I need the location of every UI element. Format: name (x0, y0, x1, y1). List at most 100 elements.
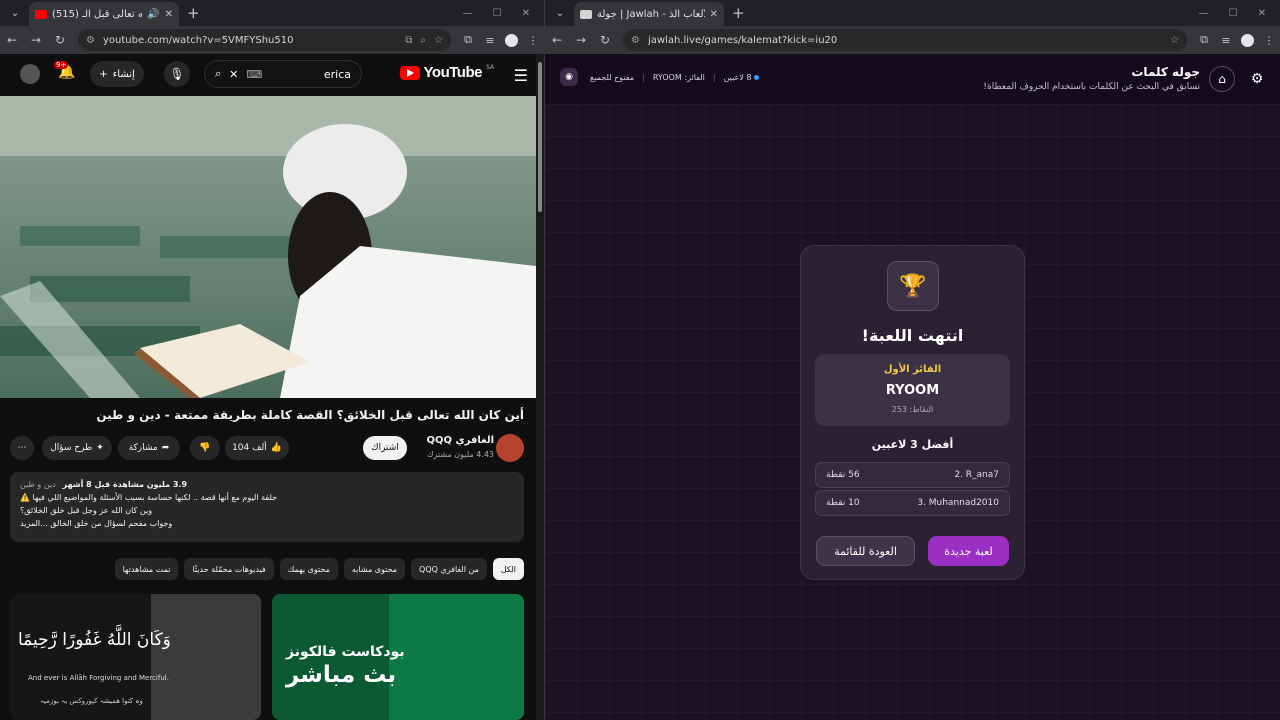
chip-watched[interactable]: تمت مشاهدتها (114, 558, 179, 580)
site-info-icon[interactable]: ⚙ (631, 35, 640, 46)
close-window-icon[interactable]: ✕ (522, 8, 530, 19)
subscriber-count: 4.43 مليون مشترك (426, 450, 494, 459)
tab-title: جولة | Jawlah - منصة الألعاب الذ (597, 8, 705, 20)
back-arrow-icon[interactable]: ← (545, 33, 569, 47)
thumbs-up-icon: 👍 (270, 443, 282, 453)
tab-search-button[interactable]: ⌄ (550, 3, 570, 23)
forward-arrow-icon[interactable]: → (24, 33, 48, 47)
separator: | (712, 73, 716, 82)
forward-arrow-icon[interactable]: → (569, 33, 593, 47)
chip-related[interactable]: محتوى مشابه (343, 558, 406, 580)
tab-search-button[interactable]: ⌄ (5, 3, 25, 23)
youtube-tab[interactable]: (515) أين كان الله تعالى قبل الـ 🔊 ✕ (29, 2, 179, 26)
zoom-icon[interactable]: ⌕ (420, 35, 426, 46)
description-tags: دين و طين (20, 480, 56, 489)
share-button[interactable]: مشاركة ➦ (118, 436, 180, 460)
bookmark-star-icon[interactable]: ☆ (1170, 35, 1179, 46)
new-tab-button[interactable]: + (732, 4, 745, 22)
channel-name[interactable]: الغافري QQQ (426, 435, 494, 446)
chip-all[interactable]: الكل (492, 558, 524, 580)
cast-icon[interactable]: ⧉ (405, 35, 412, 46)
minimize-icon[interactable]: — (1199, 8, 1209, 19)
subscribe-button[interactable]: اشتراك (363, 436, 407, 460)
new-tab-button[interactable]: + (187, 4, 200, 22)
site-info-icon[interactable]: ⚙ (86, 35, 95, 46)
window-controls: — ☐ ✕ (463, 8, 530, 19)
voice-search-button[interactable]: 🎙 (164, 61, 190, 87)
page-scrollbar[interactable] (536, 54, 544, 720)
back-to-menu-button[interactable]: العودة للقائمة (816, 536, 915, 566)
winner-panel: الفائز الأول RYOOM النقاط: 253 (815, 354, 1010, 426)
channel-avatar[interactable] (496, 434, 524, 462)
browser-menu-icon[interactable]: ⋮ (1258, 34, 1280, 47)
maximize-icon[interactable]: ☐ (493, 8, 502, 19)
extensions-icon[interactable]: ⧉ (1193, 33, 1215, 47)
minimize-icon[interactable]: — (463, 8, 473, 19)
search-query: erica (323, 67, 351, 81)
video-description[interactable]: 3.9 مليون مشاهدة قبل 8 أشهر دين و طين حل… (10, 472, 524, 542)
separator: | (642, 73, 645, 82)
keyboard-icon[interactable]: ⌨ (246, 68, 262, 81)
jawlah-tab[interactable]: جولة | Jawlah - منصة الألعاب الذ ✕ (574, 2, 724, 26)
top-players-heading: أفضل 3 لاعبين (871, 438, 954, 451)
account-avatar[interactable] (20, 64, 40, 84)
online-dot-icon (754, 75, 760, 80)
profile-avatar[interactable] (1241, 33, 1254, 47)
filter-chips: الكل من الغافري QQQ محتوى مشابه محتوى يه… (114, 558, 524, 580)
reload-icon[interactable]: ↻ (593, 33, 617, 47)
search-input[interactable]: ⌕ ✕ ⌨ erica (204, 60, 362, 88)
thumbs-down-icon: 👎 (199, 443, 211, 453)
video-player[interactable] (0, 96, 536, 398)
browser-menu-icon[interactable]: ⋮ (522, 34, 544, 47)
room-status: 8 لاعبين | الفائز: RYOOM | مفتوح للجميع (590, 73, 760, 82)
browser-toolbar: ← → ↻ ⚙ youtube.com/watch?v=5VMFYShu510 … (0, 26, 544, 54)
tab-strip: ⌄ جولة | Jawlah - منصة الألعاب الذ ✕ + —… (545, 0, 1280, 26)
chip-from-channel[interactable]: من الغافري QQQ (411, 558, 487, 580)
tab-title: (515) أين كان الله تعالى قبل الـ (52, 8, 143, 20)
views-and-date: 3.9 مليون مشاهدة قبل 8 أشهر (62, 480, 188, 489)
chip-for-you[interactable]: محتوى يهمك (279, 558, 338, 580)
player-row: 2. R_ana7 56 نقطة (815, 462, 1010, 488)
hamburger-menu-icon[interactable]: ☰ (514, 66, 528, 85)
maximize-icon[interactable]: ☐ (1229, 8, 1238, 19)
player-name: 3. Muhannad2010 (917, 498, 999, 508)
new-game-button[interactable]: لعبة جديدة (928, 536, 1009, 566)
youtube-logo-text: YouTube (423, 64, 483, 81)
reading-list-icon[interactable]: ≡ (479, 34, 501, 47)
close-tab-icon[interactable]: ✕ (165, 9, 173, 20)
reading-list-icon[interactable]: ≡ (1215, 34, 1237, 47)
clear-search-icon[interactable]: ✕ (229, 68, 238, 81)
quran-verse-caption: وَكَانَ اللَّهُ غَفُورًا رَّحِيمًا (18, 630, 171, 650)
like-button[interactable]: 104 ألف 👍 (225, 436, 289, 460)
dislike-button[interactable]: 👎 (190, 436, 220, 460)
bookmark-star-icon[interactable]: ☆ (434, 35, 443, 46)
like-count: 104 ألف (232, 443, 267, 453)
home-button[interactable]: ⌂ (1209, 66, 1235, 92)
region-code: SA (485, 64, 494, 71)
recommended-video-thumbnail[interactable]: بودكاست فالكونز بث مباشر (272, 594, 524, 720)
more-actions-icon[interactable]: ⋯ (10, 436, 34, 460)
youtube-logo[interactable]: YouTube SA (399, 64, 494, 81)
create-button[interactable]: + إنشاء (90, 61, 144, 87)
notifications-button[interactable]: 🔔 9+ (54, 61, 75, 80)
close-window-icon[interactable]: ✕ (1258, 8, 1266, 19)
extensions-icon[interactable]: ⧉ (457, 33, 479, 47)
player-row: 3. Muhannad2010 10 نقطة (815, 490, 1010, 516)
scrollbar-thumb[interactable] (538, 62, 542, 212)
recommended-video-thumbnail[interactable]: وَكَانَ اللَّهُ غَفُورًا رَّحِيمًا And e… (10, 594, 261, 720)
search-icon[interactable]: ⌕ (215, 67, 221, 81)
create-label: إنشاء (112, 68, 135, 80)
share-label: مشاركة (128, 443, 158, 453)
ask-question-button[interactable]: طرح سؤال ✦ (42, 436, 112, 460)
settings-gear-icon[interactable]: ⚙ (1246, 68, 1268, 90)
reload-icon[interactable]: ↻ (48, 33, 72, 47)
address-bar[interactable]: ⚙ youtube.com/watch?v=5VMFYShu510 ⧉ ⌕ ☆ (78, 29, 451, 51)
back-arrow-icon[interactable]: ← (0, 33, 24, 47)
audio-icon[interactable]: 🔊 (147, 9, 159, 20)
jawlah-logo-icon[interactable]: ◉ (560, 68, 578, 86)
chip-recently-uploaded[interactable]: فيديوهات محمّلة حديثًا (184, 558, 274, 580)
close-tab-icon[interactable]: ✕ (710, 9, 718, 20)
game-title: جوله كلمات (1131, 65, 1200, 79)
address-bar[interactable]: ⚙ jawlah.live/games/kalemat?kick=iu20 ☆ (623, 29, 1187, 51)
profile-avatar[interactable] (505, 33, 518, 47)
